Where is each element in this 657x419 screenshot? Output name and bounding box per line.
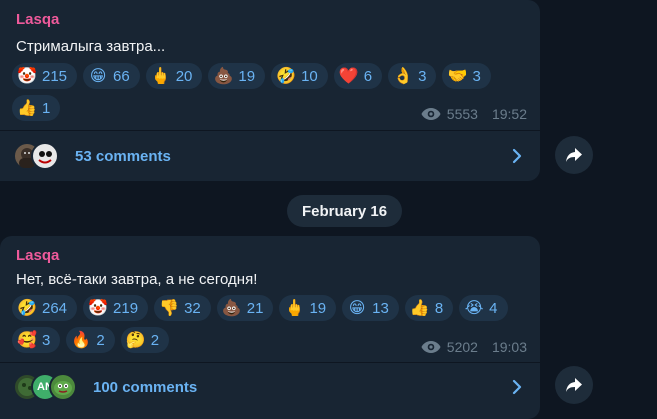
post-bubble: Lasqa Стрималыга завтра... 🤡 215 😁 66 🖕 20 💩 19… [0, 0, 540, 181]
post-meta: 5553 19:52 [421, 106, 527, 122]
date-separator: February 16 [287, 195, 403, 227]
clown-face-icon: 🤡 [88, 298, 108, 317]
commenter-avatars: AN [13, 373, 77, 401]
reaction-count: 215 [42, 67, 68, 85]
reaction-count: 219 [113, 299, 139, 317]
rofl-face-icon: 🤣 [276, 66, 297, 85]
views-eye-icon [421, 341, 441, 353]
reaction-chip[interactable]: 💩 19 [208, 63, 266, 89]
share-button[interactable] [555, 136, 593, 174]
reaction-chip[interactable]: 💩 21 [216, 295, 274, 321]
thumbs-down-icon: 👎 [159, 298, 180, 317]
post-text: Стрималыга завтра... [16, 38, 166, 55]
reaction-count: 2 [150, 331, 160, 349]
reaction-chip[interactable]: 🤔 2 [120, 327, 170, 353]
reaction-count: 8 [434, 299, 444, 317]
reaction-count: 1 [42, 99, 51, 117]
reaction-chip[interactable]: 🤝 3 [442, 63, 491, 89]
reaction-count: 20 [175, 67, 193, 85]
views-count: 5202 [446, 339, 478, 355]
reaction-count: 13 [372, 299, 389, 317]
avatar [49, 373, 77, 401]
reaction-chip[interactable]: 👎 32 [154, 295, 211, 321]
handshake-icon: 🤝 [447, 66, 468, 85]
crying-face-icon: 😭 [464, 298, 484, 317]
thinking-face-icon: 🤔 [125, 330, 146, 349]
middle-finger-icon: 🖕 [284, 298, 305, 317]
reaction-chip[interactable]: 🤣 10 [271, 63, 328, 89]
post-time: 19:03 [491, 339, 527, 355]
views-eye-icon [421, 108, 441, 120]
reaction-chip[interactable]: 😁 66 [83, 63, 140, 89]
post-meta: 5202 19:03 [421, 339, 527, 355]
post-author[interactable]: Lasqa [16, 247, 59, 264]
reaction-chip[interactable]: ❤️ 6 [333, 63, 383, 89]
reaction-count: 4 [489, 299, 498, 317]
reaction-count: 3 [42, 331, 51, 349]
reaction-chip[interactable]: 🔥 2 [66, 327, 115, 353]
grinning-face-icon: 😁 [348, 298, 366, 317]
reaction-chip[interactable]: 🥰 3 [12, 327, 61, 353]
reaction-count: 19 [238, 67, 256, 85]
rofl-face-icon: 🤣 [17, 298, 37, 317]
clown-face-icon: 🤡 [17, 66, 37, 85]
reaction-count: 6 [363, 67, 373, 85]
avatar [31, 142, 59, 170]
post-bubble: Lasqa Нет, всё-таки завтра, а не сегодня… [0, 236, 540, 419]
chevron-right-icon [512, 148, 522, 164]
reaction-chip[interactable]: 🤣 264 [12, 295, 78, 321]
reaction-count: 10 [301, 67, 318, 85]
reaction-chip[interactable]: 😁 13 [342, 295, 399, 321]
reaction-count: 3 [472, 67, 481, 85]
middle-finger-icon: 🖕 [150, 66, 171, 85]
reaction-count: 19 [309, 299, 327, 317]
comments-count: 53 comments [75, 147, 171, 165]
reaction-count: 32 [184, 299, 201, 317]
smiling-face-hearts-icon: 🥰 [17, 330, 37, 349]
reaction-count: 2 [96, 331, 105, 349]
reaction-chip[interactable]: 🤡 215 [12, 63, 78, 89]
ok-hand-icon: 👌 [393, 66, 414, 85]
thumbs-up-icon: 👍 [17, 98, 37, 117]
reaction-count: 3 [418, 67, 427, 85]
reaction-chip[interactable]: 👍 1 [12, 95, 61, 121]
comments-button[interactable]: 53 comments [0, 131, 540, 181]
share-arrow-icon [566, 378, 582, 392]
commenter-avatars [13, 142, 59, 170]
reaction-count: 21 [246, 299, 264, 317]
reaction-chip[interactable]: 👍 8 [404, 295, 454, 321]
poop-icon: 💩 [221, 298, 242, 317]
post-author[interactable]: Lasqa [16, 11, 59, 28]
post-text: Нет, всё-таки завтра, а не сегодня! [16, 271, 258, 288]
thumbs-up-icon: 👍 [409, 298, 430, 317]
reaction-chip[interactable]: 🤡 219 [83, 295, 149, 321]
reaction-chip[interactable]: 🖕 20 [145, 63, 203, 89]
share-arrow-icon [566, 148, 582, 162]
poop-icon: 💩 [213, 66, 234, 85]
red-heart-icon: ❤️ [338, 66, 359, 85]
comments-button[interactable]: AN 100 comments [0, 362, 540, 412]
reaction-chip[interactable]: 🖕 19 [279, 295, 337, 321]
views-count: 5553 [446, 106, 478, 122]
fire-icon: 🔥 [71, 330, 92, 349]
reaction-chip[interactable]: 👌 3 [388, 63, 437, 89]
grinning-face-icon: 😁 [89, 66, 107, 85]
reaction-count: 66 [113, 67, 130, 85]
reaction-count: 264 [42, 299, 68, 317]
chevron-right-icon [512, 379, 522, 395]
comments-count: 100 comments [93, 378, 198, 396]
reaction-chip[interactable]: 😭 4 [459, 295, 508, 321]
share-button[interactable] [555, 366, 593, 404]
post-time: 19:52 [491, 106, 527, 122]
